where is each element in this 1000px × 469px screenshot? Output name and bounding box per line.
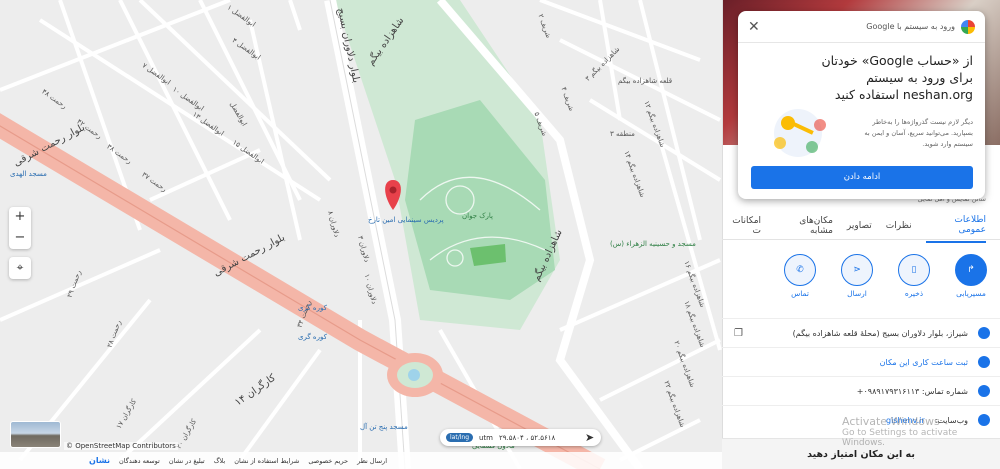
crosshair-icon: ⌖ xyxy=(16,260,24,274)
location-icon xyxy=(978,327,990,339)
osm-credit: © OpenStreetMap Contributors xyxy=(64,442,178,450)
district-label: منطقه ۳ xyxy=(610,130,635,138)
clock-icon xyxy=(978,356,990,368)
footer-link-ads[interactable]: تبلیغ در نشان xyxy=(169,457,205,465)
directions-label: مسیریابی xyxy=(956,289,986,298)
share-icon: ⋖ xyxy=(841,254,873,286)
google-signin-popup: ورود به سیستم با Google ✕ از «حساب Googl… xyxy=(738,11,985,199)
call-button[interactable]: ✆ تماس xyxy=(783,254,817,298)
phone-small-icon xyxy=(978,385,990,397)
district-label: قلعه شاهزاده بیگم xyxy=(618,77,673,85)
poi-mosque-bottom[interactable]: مسجد پنج تن آل xyxy=(360,423,408,431)
popup-header-text: ورود به سیستم با Google xyxy=(866,22,955,31)
utm-toggle[interactable]: utm xyxy=(479,434,493,442)
poi-park[interactable]: پارک جوان xyxy=(462,212,493,220)
phone-icon: ✆ xyxy=(784,254,816,286)
popup-title: از «حساب Google» خودتان برای ورود به سیس… xyxy=(821,53,974,102)
poi-kooreh-gari-2[interactable]: کوره گری xyxy=(298,333,327,341)
address-text: شیراز، بلوار دلاوران بسیج (محلهٔ قلعه شا… xyxy=(792,328,968,338)
call-label: تماس xyxy=(791,289,809,298)
street-view-thumbnail[interactable] xyxy=(10,421,61,448)
neshan-logo[interactable]: نشان xyxy=(89,456,110,465)
hours-link[interactable]: ثبت ساعت کاری این مکان xyxy=(880,358,968,367)
coordinate-value: ۲۹.۵۸۰۴ ، ۵۲.۵۶۱۸ xyxy=(499,433,556,442)
action-buttons: ↱ مسیریابی ▯ ذخیره ⋖ ارسال ✆ تماس xyxy=(783,254,988,298)
save-label: ذخیره xyxy=(904,289,924,298)
map-footer: ارسال نظر حریم خصوصی شرایط استفاده از نش… xyxy=(0,452,722,469)
directions-button[interactable]: ↱ مسیریابی xyxy=(954,254,988,298)
phone-text[interactable]: شماره تماس: ۰۹۸۹۱۷۹۳۱۶۱۱۳+ xyxy=(857,387,968,396)
popup-header: ورود به سیستم با Google ✕ xyxy=(738,11,985,43)
poi-kooreh-gari[interactable]: کوره گری xyxy=(298,304,327,312)
phone-row: شماره تماس: ۰۹۸۹۱۷۹۳۱۶۱۱۳+ xyxy=(722,376,1000,405)
hours-row: ثبت ساعت کاری این مکان xyxy=(722,347,1000,376)
continue-button[interactable]: ادامه دادن xyxy=(751,166,973,189)
locate-me-button[interactable]: ⌖ xyxy=(9,257,31,279)
tab-reviews[interactable]: نظرات xyxy=(886,215,912,237)
poi-mosque-right[interactable]: مسجد و حسینیه الزهراء (س) xyxy=(610,240,696,248)
save-button[interactable]: ▯ ذخیره xyxy=(897,254,931,298)
share-label: ارسال xyxy=(847,289,867,298)
latlng-toggle[interactable]: lat/lng xyxy=(446,433,473,442)
footer-link-blog[interactable]: بلاگ xyxy=(214,457,226,465)
watermark-line1: Activate Windows xyxy=(842,415,940,428)
footer-link-feedback[interactable]: ارسال نظر xyxy=(357,457,387,465)
windows-watermark: Activate Windows Go to Settings to activ… xyxy=(842,415,1000,448)
bookmark-icon: ▯ xyxy=(898,254,930,286)
footer-link-terms[interactable]: شرایط استفاده از نشان xyxy=(234,457,299,465)
tab-general-info[interactable]: اطلاعات عمومی xyxy=(925,209,986,243)
map-canvas[interactable]: بلوار رحمت شرقی بلوار رحمت شرقی بلوار دل… xyxy=(0,0,722,469)
popup-description: دیگر لازم نیست گذرواژه‌ها را به‌خاطر بسپ… xyxy=(864,118,973,148)
google-logo-icon xyxy=(961,19,975,34)
tab-similar-places[interactable]: مکان‌های مشابه xyxy=(775,210,833,242)
zoom-out-button[interactable]: − xyxy=(9,228,31,249)
poi-cinema[interactable]: پردیس سینمایی امین تارخ xyxy=(368,216,444,224)
panel-tabs: اطلاعات عمومی نظرات تصاویر مکان‌های مشاب… xyxy=(722,209,1000,243)
tab-photos[interactable]: تصاویر xyxy=(847,215,872,237)
key-illustration-icon xyxy=(760,103,836,163)
tab-facilities[interactable]: امکانات ت xyxy=(722,210,761,242)
coordinate-bar: lat/lng utm ۲۹.۵۸۰۴ ، ۵۲.۵۶۱۸ xyxy=(440,429,601,446)
close-icon[interactable]: ✕ xyxy=(748,19,760,35)
poi-mosque-left[interactable]: مسجد الهدی xyxy=(10,170,47,178)
footer-link-privacy[interactable]: حریم خصوصی xyxy=(308,457,348,465)
zoom-in-button[interactable]: + xyxy=(9,207,31,228)
copy-icon[interactable]: ❐ xyxy=(734,328,743,339)
footer-link-developers[interactable]: توسعه دهندگان xyxy=(119,457,160,465)
zoom-control: + − xyxy=(9,207,31,249)
watermark-line2: Go to Settings to activate Windows. xyxy=(842,428,958,448)
share-button[interactable]: ⋖ ارسال xyxy=(840,254,874,298)
cursor-icon: ➤ xyxy=(585,431,595,444)
address-row: شیراز، بلوار دلاوران بسیج (محلهٔ قلعه شا… xyxy=(722,318,1000,347)
directions-icon: ↱ xyxy=(955,254,987,286)
